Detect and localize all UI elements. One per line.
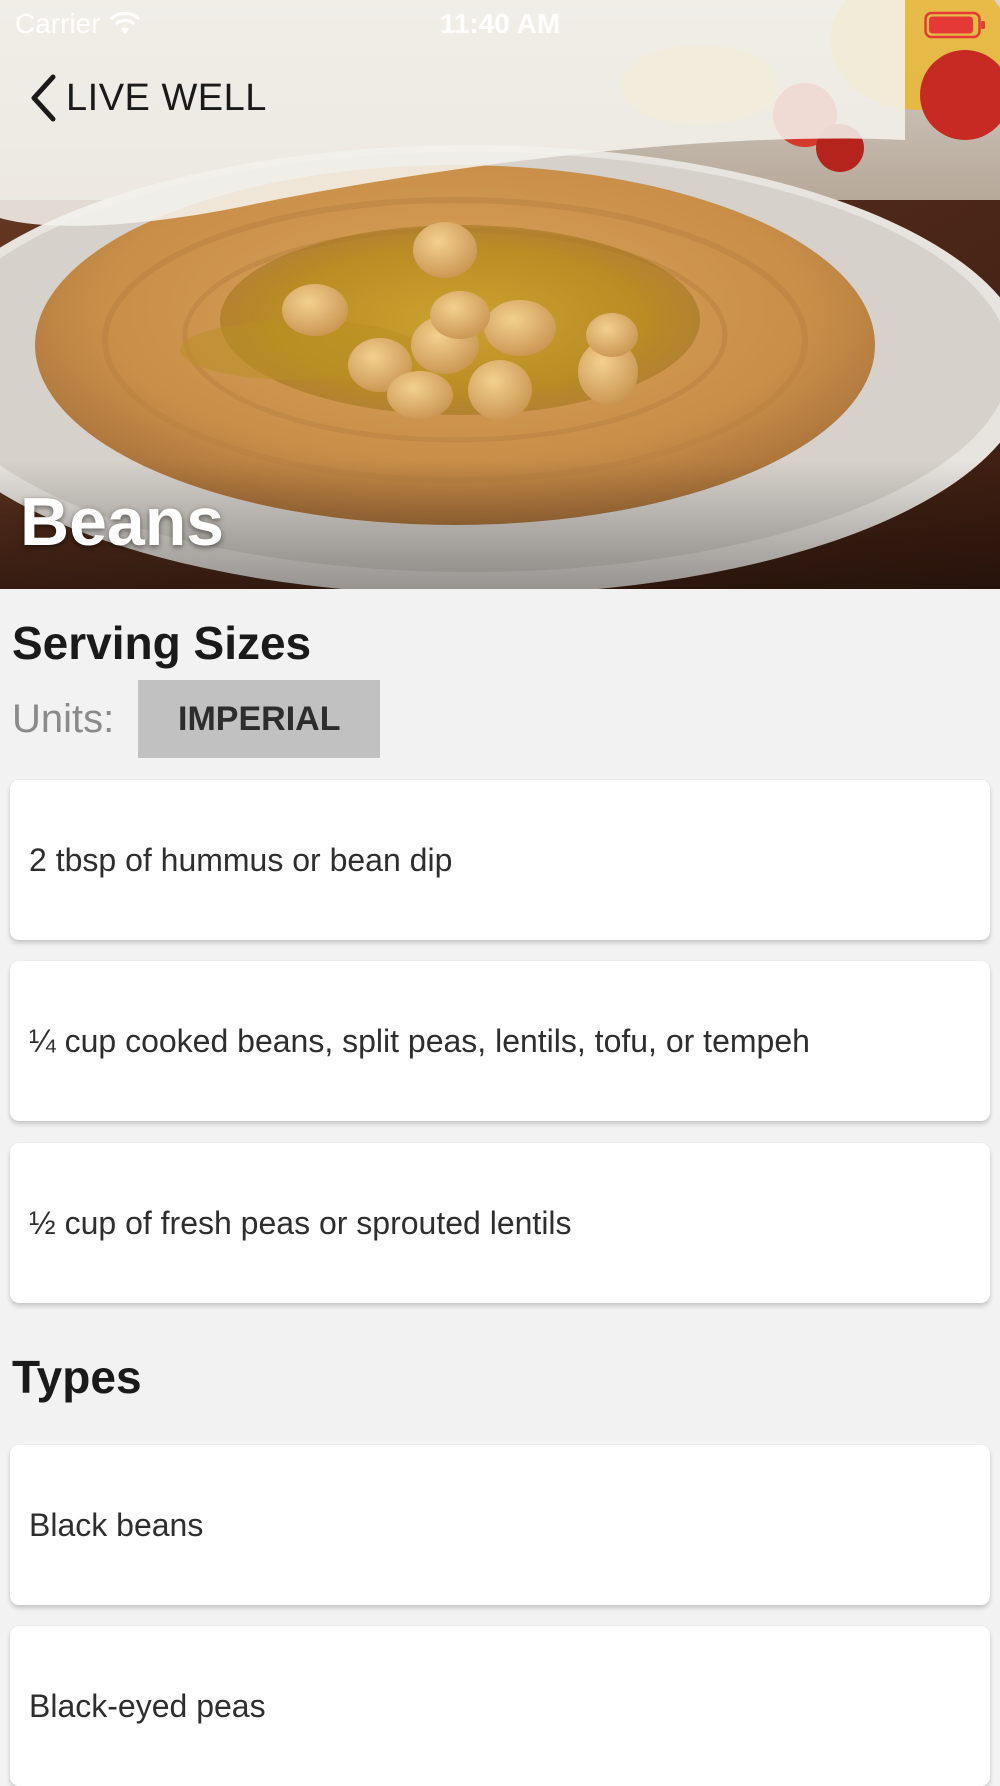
serving-sizes-heading: Serving Sizes xyxy=(12,617,312,669)
type-card[interactable]: Black beans xyxy=(10,1445,990,1605)
serving-size-card[interactable]: ¼ cup cooked beans, split peas, lentils,… xyxy=(10,961,990,1121)
serving-size-card[interactable]: ½ cup of fresh peas or sprouted lentils xyxy=(10,1143,990,1303)
type-text: Black-eyed peas xyxy=(29,1687,266,1724)
serving-size-card[interactable]: 2 tbsp of hummus or bean dip xyxy=(10,780,990,940)
back-button[interactable]: LIVE WELL xyxy=(28,72,267,124)
types-heading: Types xyxy=(12,1351,142,1403)
units-label: Units: xyxy=(12,696,115,741)
status-bar: Carrier 11:40 AM xyxy=(0,0,1000,50)
back-button-label: LIVE WELL xyxy=(66,76,267,119)
battery-icon xyxy=(924,11,985,39)
serving-size-text: 2 tbsp of hummus or bean dip xyxy=(29,841,453,878)
chevron-left-icon xyxy=(31,74,56,122)
clock: 11:40 AM xyxy=(439,8,561,39)
units-selector: Units: IMPERIAL xyxy=(12,680,381,758)
type-card[interactable]: Black-eyed peas xyxy=(10,1626,990,1786)
hero-header: Carrier 11:40 AM LIVE WELL Beans xyxy=(0,0,1000,589)
type-text: Black beans xyxy=(29,1506,204,1543)
units-toggle-button[interactable]: IMPERIAL xyxy=(138,680,381,758)
serving-size-text: ½ cup of fresh peas or sprouted lentils xyxy=(29,1204,572,1241)
serving-size-text: ¼ cup cooked beans, split peas, lentils,… xyxy=(29,1022,810,1059)
page-title: Beans xyxy=(20,484,225,560)
